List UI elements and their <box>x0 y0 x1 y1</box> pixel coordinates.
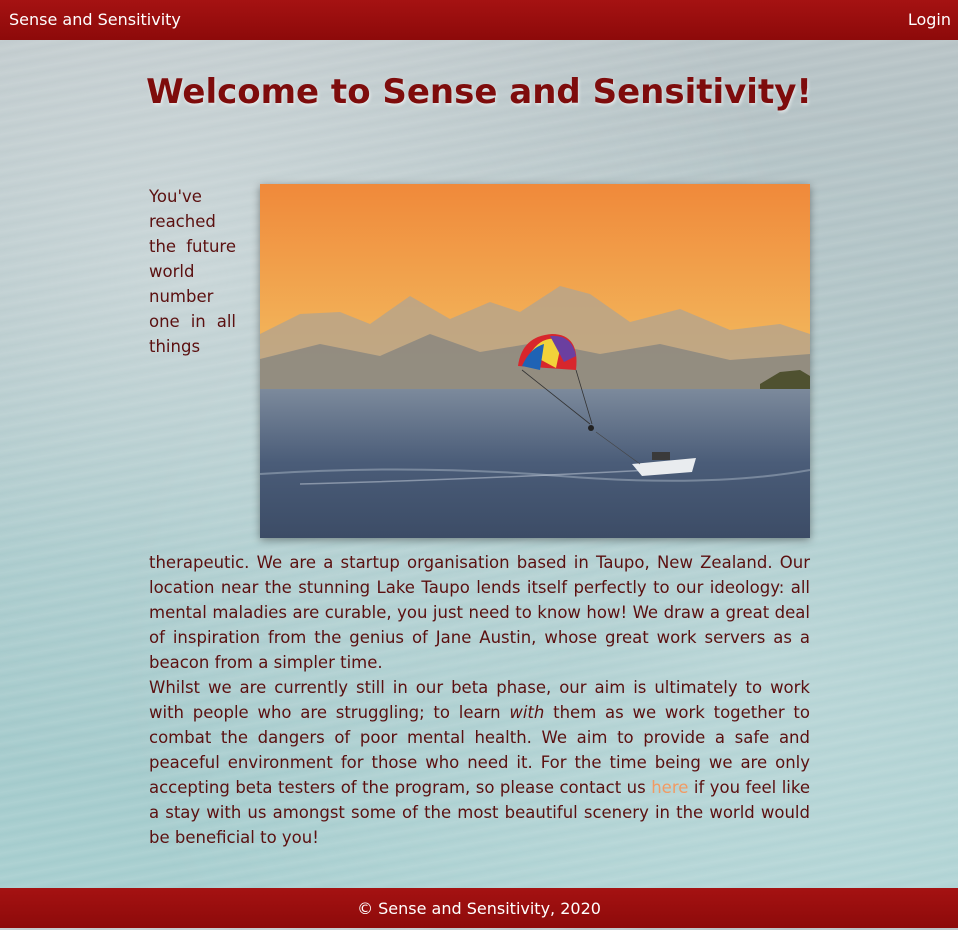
lake-parasail-photo <box>260 184 810 538</box>
mission-paragraph: Whilst we are currently still in our bet… <box>149 675 810 850</box>
emphasis-with: with <box>509 703 545 722</box>
contact-here-link[interactable]: here <box>651 778 688 797</box>
main-content: You've reached the future world number o… <box>149 184 810 850</box>
brand-name[interactable]: Sense and Sensitivity <box>9 10 181 29</box>
footer: © Sense and Sensitivity, 2020 <box>0 888 958 928</box>
copyright-text: © Sense and Sensitivity, 2020 <box>357 899 601 918</box>
page-title: Welcome to Sense and Sensitivity! <box>146 72 812 112</box>
top-navbar: Sense and Sensitivity Login <box>0 0 958 40</box>
login-link[interactable]: Login <box>908 10 951 29</box>
